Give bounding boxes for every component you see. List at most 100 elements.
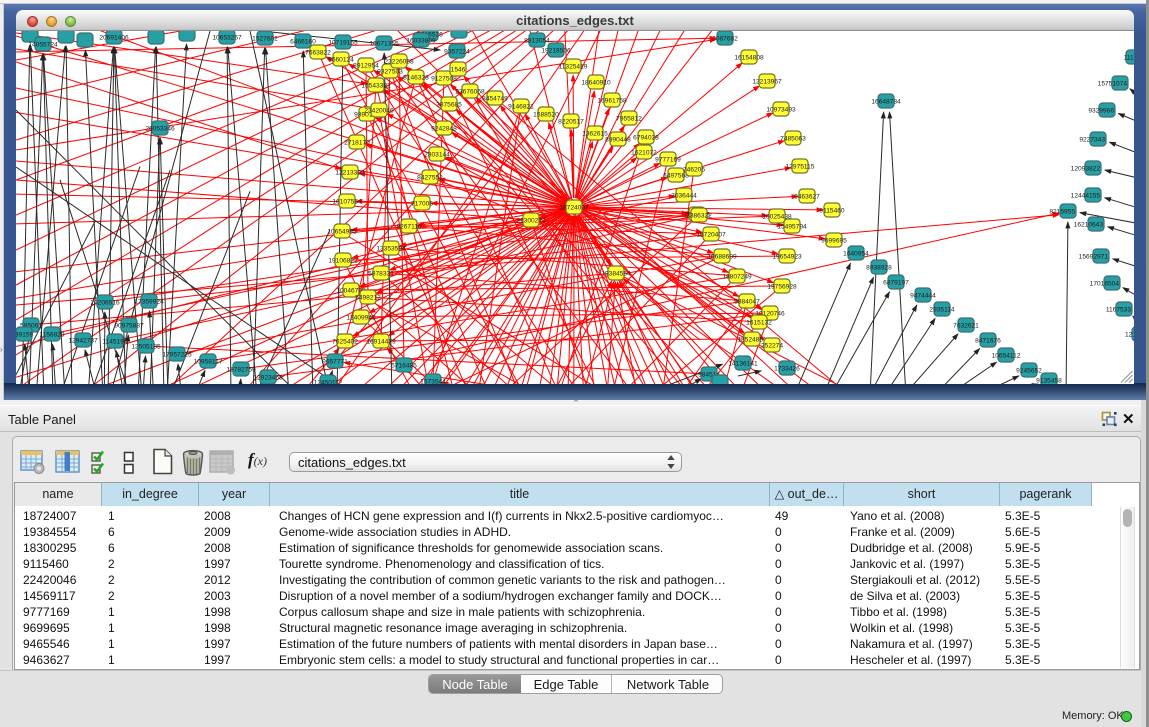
svg-text:15692971: 15692971: [1079, 253, 1109, 260]
svg-text:90975887: 90975887: [114, 322, 144, 329]
svg-text:20691406: 20691406: [99, 34, 129, 41]
svg-text:18640910: 18640910: [581, 79, 611, 86]
svg-text:9146821: 9146821: [508, 103, 534, 110]
svg-text:9777169: 9777169: [655, 156, 681, 163]
svg-text:9327503: 9327503: [377, 68, 403, 75]
svg-text:9227343: 9227343: [1079, 136, 1105, 143]
svg-text:2935114: 2935114: [929, 306, 955, 313]
svg-text:16914479: 16914479: [366, 338, 396, 345]
svg-text:15751074: 15751074: [1098, 80, 1128, 87]
svg-text:23420046: 23420046: [364, 107, 394, 114]
svg-text:2718170: 2718170: [344, 139, 370, 146]
svg-text:12213389: 12213389: [335, 169, 365, 176]
svg-text:9357224: 9357224: [444, 48, 470, 55]
svg-text:8990448: 8990448: [605, 136, 631, 143]
svg-text:16961758: 16961758: [597, 97, 627, 104]
svg-text:10688609: 10688609: [707, 253, 737, 260]
svg-text:16648784: 16648784: [871, 98, 901, 105]
svg-text:15495794: 15495794: [777, 223, 807, 230]
svg-text:10653267: 10653267: [212, 34, 242, 41]
svg-text:10973493: 10973493: [766, 106, 796, 113]
svg-text:17016504: 17016504: [1090, 280, 1120, 287]
svg-text:9245652: 9245652: [1016, 367, 1042, 374]
svg-text:746206: 746206: [683, 166, 705, 173]
svg-text:16782759: 16782759: [226, 366, 256, 373]
svg-text:17359924: 17359924: [134, 298, 164, 305]
svg-text:1145194: 1145194: [102, 338, 128, 345]
svg-text:7955812: 7955812: [616, 115, 642, 122]
svg-text:14055724: 14055724: [28, 41, 58, 48]
svg-text:10719155: 10719155: [328, 39, 358, 46]
svg-text:19654923: 19654923: [772, 253, 802, 260]
svg-text:7625402: 7625402: [332, 338, 358, 345]
svg-text:12213967: 12213967: [752, 78, 782, 85]
svg-text:8427552: 8427552: [417, 174, 443, 181]
svg-text:5498212: 5498212: [355, 294, 381, 301]
svg-text:12923468: 12923468: [253, 374, 283, 381]
svg-text:121034: 121034: [1125, 331, 1134, 338]
svg-text:16543382: 16543382: [361, 82, 391, 89]
svg-text:252274: 252274: [761, 342, 783, 349]
svg-text:6466160: 6466160: [290, 38, 316, 45]
svg-text:1615132: 1615132: [746, 319, 772, 326]
svg-text:16107554: 16107554: [332, 198, 362, 205]
svg-text:5716485: 5716485: [391, 362, 417, 369]
svg-text:9884047: 9884047: [734, 298, 760, 305]
svg-text:12093822: 12093822: [1071, 165, 1101, 172]
svg-text:39159: 39159: [16, 331, 33, 338]
svg-text:20206516: 20206516: [90, 299, 120, 306]
svg-text:17957225: 17957225: [162, 351, 192, 358]
svg-text:7485063: 7485063: [780, 135, 806, 142]
svg-text:1640954: 1640954: [843, 250, 869, 257]
svg-text:23676068: 23676068: [455, 88, 485, 95]
svg-text:19106822: 19106822: [328, 257, 358, 264]
svg-text:1733426: 1733426: [774, 365, 800, 372]
svg-text:8912954: 8912954: [353, 62, 379, 69]
svg-text:7632621: 7632621: [953, 322, 979, 329]
svg-text:15720407: 15720407: [696, 231, 726, 238]
svg-text:12942737: 12942737: [68, 337, 98, 344]
svg-text:8146328: 8146328: [403, 74, 429, 81]
svg-text:13353594: 13353594: [376, 245, 406, 252]
svg-text:5878332: 5878332: [368, 270, 394, 277]
svg-text:1621072: 1621072: [631, 149, 657, 156]
svg-text:9329966: 9329966: [1088, 107, 1114, 114]
svg-text:1573544: 1573544: [420, 378, 446, 384]
svg-text:9660124: 9660124: [328, 56, 354, 63]
svg-text:9474444: 9474444: [910, 292, 936, 299]
svg-text:12505185: 12505185: [131, 343, 161, 350]
svg-text:11325419: 11325419: [559, 63, 588, 70]
svg-text:9115460: 9115460: [819, 207, 845, 214]
svg-text:23226058: 23226058: [384, 58, 414, 65]
svg-text:12450112: 12450112: [314, 379, 343, 384]
svg-text:19384554: 19384554: [601, 270, 631, 277]
svg-text:12409948: 12409948: [346, 314, 376, 321]
svg-text:9463627: 9463627: [794, 193, 820, 200]
svg-text:16154808: 16154808: [734, 54, 764, 61]
svg-text:10654112: 10654112: [992, 352, 1021, 359]
svg-text:6497568: 6497568: [663, 172, 689, 179]
svg-text:9242848: 9242848: [431, 125, 457, 132]
svg-text:14136141: 14136141: [728, 360, 758, 367]
svg-text:1167533: 1167533: [1106, 306, 1132, 313]
svg-text:1588520: 1588520: [533, 111, 559, 118]
svg-text:26053346: 26053346: [145, 125, 175, 132]
svg-text:8215955: 8215955: [1049, 208, 1075, 215]
svg-text:1546: 1546: [451, 66, 466, 73]
svg-text:8938928: 8938928: [866, 264, 892, 271]
svg-text:10671355: 10671355: [369, 40, 399, 47]
svg-text:2036444: 2036444: [671, 192, 697, 199]
svg-text:10654985: 10654985: [327, 228, 357, 235]
svg-text:18724007: 18724007: [559, 204, 589, 211]
svg-text:16033809: 16033809: [406, 37, 436, 44]
svg-text:6794028: 6794028: [633, 134, 659, 141]
svg-text:11124: 11124: [1124, 54, 1134, 61]
svg-text:8454749: 8454749: [482, 95, 508, 102]
svg-text:8220517: 8220517: [558, 118, 584, 125]
svg-text:7663822: 7663822: [305, 49, 331, 56]
svg-text:9657771: 9657771: [322, 358, 348, 365]
svg-text:8267110: 8267110: [396, 223, 422, 230]
svg-text:2386322: 2386322: [686, 212, 712, 219]
svg-text:2803144: 2803144: [424, 151, 450, 158]
svg-text:9135458: 9135458: [1036, 377, 1062, 384]
